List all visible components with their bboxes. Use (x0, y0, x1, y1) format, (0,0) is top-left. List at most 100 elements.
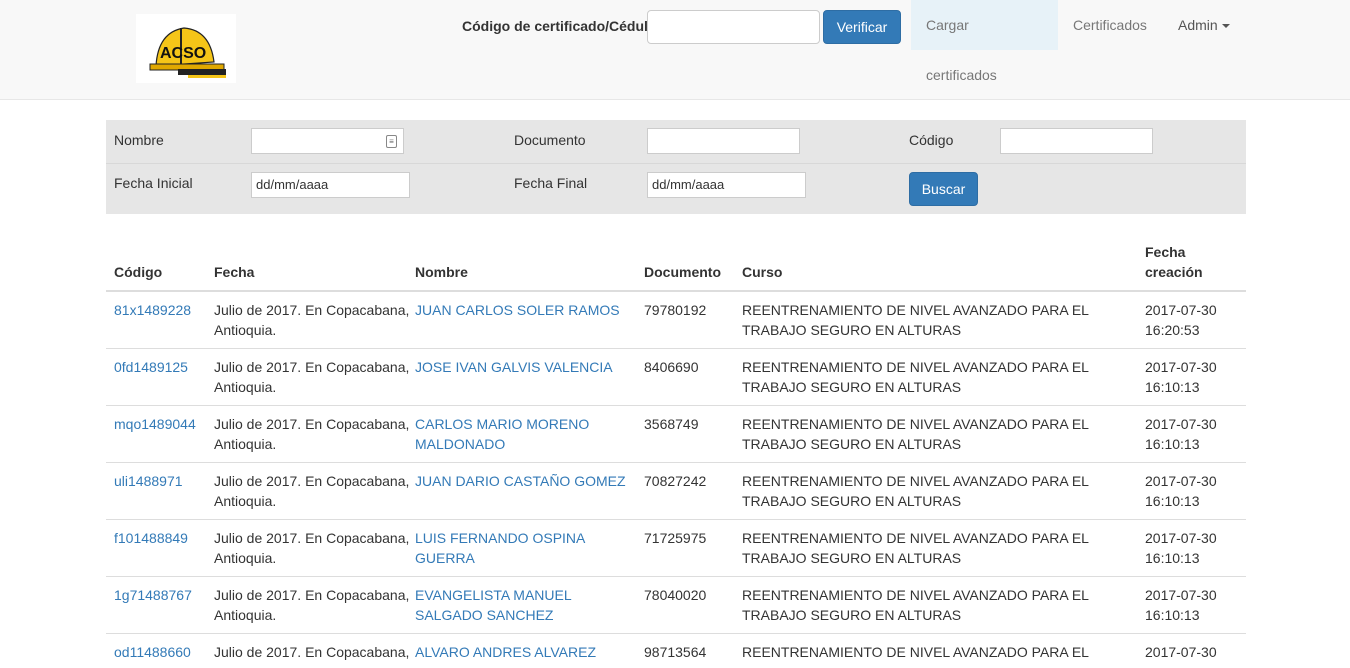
cell-date-line1: Julio de 2017. En Copacabana, (214, 359, 410, 375)
cell-name[interactable]: JUAN CARLOS SOLER RAMOS (415, 300, 620, 320)
verify-label: Código de certificado/Cédula (462, 18, 656, 34)
cell-document: 98713564 (644, 642, 706, 662)
cell-date-line2: Antioquia. (214, 550, 277, 566)
cell-code[interactable]: od11488660 (114, 642, 191, 662)
cell-name[interactable]: JUAN DARIO CASTAÑO GOMEZ (415, 471, 626, 491)
table-row: od11488660 Julio de 2017. En Copacabana, A… (106, 634, 1246, 668)
cell-date-line2: Antioquia. (214, 379, 277, 395)
code-filter-input[interactable] (1000, 128, 1153, 154)
cell-created: 2017-07-30 16:10:13 (1145, 585, 1217, 625)
cell-code-line1: 81x1489228 (114, 302, 192, 318)
search-button[interactable]: Buscar (909, 172, 978, 206)
col-header-code[interactable]: Código (114, 262, 162, 282)
cell-code-line1: od11488660 (114, 644, 191, 660)
cell-document: 3568749 (644, 414, 699, 434)
company-logo[interactable]: ACSO (136, 14, 236, 83)
cell-name[interactable]: JOSE IVAN GALVIS VALENCIA (415, 357, 613, 377)
cell-document-line1: 79780192 (644, 302, 707, 318)
cell-course-line2: TRABAJO SEGURO EN ALTURAS (742, 607, 962, 623)
document-filter-label: Documento (514, 132, 586, 148)
cell-document: 78040020 (644, 585, 706, 605)
cell-course-line1: REENTRENAMIENTO DE NIVEL AVANZADO PARA E… (742, 587, 1089, 603)
start-date-input[interactable]: dd/mm/aaaa (251, 172, 410, 198)
cell-created-line1: 2017-07-30 (1145, 587, 1217, 603)
cell-created-line1: 2017-07-30 (1145, 416, 1217, 432)
cell-created: 2017-07-30 16:10:13 (1145, 357, 1217, 397)
cell-code-line1: mqo1489044 (114, 416, 196, 432)
cell-created-line2: 16:10:13 (1145, 607, 1200, 623)
cell-course-line1: REENTRENAMIENTO DE NIVEL AVANZADO PARA E… (742, 530, 1089, 546)
cell-name-line1: JUAN DARIO CASTAÑO GOMEZ (415, 473, 626, 489)
table-row: 81x1489228 Julio de 2017. En Copacabana, A… (106, 292, 1246, 349)
cell-date-line1: Julio de 2017. En Copacabana, (214, 473, 410, 489)
cell-course: REENTRENAMIENTO DE NIVEL AVANZADO PARA E… (742, 528, 1089, 568)
cell-document-line1: 70827242 (644, 473, 707, 489)
cell-created: 2017-07-30 16:10:13 (1145, 471, 1217, 511)
document-filter-input[interactable] (647, 128, 800, 154)
col-header-course[interactable]: Curso (742, 262, 782, 282)
admin-label: Admin (1178, 17, 1218, 33)
table-row: 1g71488767 Julio de 2017. En Copacabana, A… (106, 577, 1246, 634)
cell-name-line1: EVANGELISTA MANUEL (415, 587, 572, 603)
cell-code-line1: uli1488971 (114, 473, 183, 489)
cell-course-line1: REENTRENAMIENTO DE NIVEL AVANZADO PARA E… (742, 644, 1089, 660)
cell-course-line2: TRABAJO SEGURO EN ALTURAS (742, 379, 962, 395)
cell-code[interactable]: mqo1489044 (114, 414, 196, 434)
cell-code[interactable]: uli1488971 (114, 471, 183, 491)
cell-name-line1: JOSE IVAN GALVIS VALENCIA (415, 359, 613, 375)
col-header-created-line1: Fecha (1145, 244, 1186, 260)
cell-course: REENTRENAMIENTO DE NIVEL AVANZADO PARA E… (742, 357, 1089, 397)
certificate-code-input[interactable] (647, 10, 820, 44)
cell-document-line1: 8406690 (644, 359, 699, 375)
nav-certificates[interactable]: Certificados (1058, 0, 1162, 50)
cell-code[interactable]: 1g71488767 (114, 585, 192, 605)
cell-date: Julio de 2017. En Copacabana, Antioquia. (214, 300, 409, 340)
cell-name[interactable]: LUIS FERNANDO OSPINA GUERRA (415, 528, 585, 568)
end-date-label: Fecha Final (514, 175, 588, 191)
cell-created: 2017-07-30 (1145, 642, 1217, 662)
cell-code-line1: 0fd1489125 (114, 359, 188, 375)
cell-date: Julio de 2017. En Copacabana, Antioquia. (214, 585, 409, 625)
name-filter-label: Nombre (114, 132, 164, 148)
cell-code[interactable]: 81x1489228 (114, 300, 191, 320)
filter-panel: Nombre ≡ Documento Código Fecha Inicial … (106, 120, 1246, 214)
cell-course: REENTRENAMIENTO DE NIVEL AVANZADO PARA E… (742, 300, 1089, 340)
cell-document: 71725975 (644, 528, 706, 548)
cell-document-line1: 98713564 (644, 644, 707, 660)
cell-course: REENTRENAMIENTO DE NIVEL AVANZADO PARA E… (742, 585, 1089, 625)
cell-name[interactable]: ALVARO ANDRES ALVAREZ (415, 642, 596, 662)
col-header-created[interactable]: Fecha creación (1145, 242, 1203, 282)
verify-button[interactable]: Verificar (823, 10, 901, 44)
cell-course-line2: TRABAJO SEGURO EN ALTURAS (742, 322, 962, 338)
col-header-name[interactable]: Nombre (415, 262, 468, 282)
cell-code[interactable]: 0fd1489125 (114, 357, 188, 377)
cell-created-line1: 2017-07-30 (1145, 473, 1217, 489)
end-date-input[interactable]: dd/mm/aaaa (647, 172, 806, 198)
cell-document-line1: 71725975 (644, 530, 707, 546)
cell-date: Julio de 2017. En Copacabana, (214, 642, 409, 662)
cell-created-line2: 16:10:13 (1145, 436, 1200, 452)
nav-admin-dropdown[interactable]: Admin (1163, 0, 1245, 50)
cell-document: 70827242 (644, 471, 706, 491)
cell-document-line1: 78040020 (644, 587, 707, 603)
cell-name-line2: GUERRA (415, 550, 475, 566)
cell-date-line2: Antioquia. (214, 607, 277, 623)
filter-divider (106, 163, 1246, 164)
navbar: ACSO Código de certificado/Cédula Verifi… (0, 0, 1350, 100)
start-date-label: Fecha Inicial (114, 175, 193, 191)
cell-code[interactable]: f101488849 (114, 528, 188, 548)
cell-name[interactable]: CARLOS MARIO MORENO MALDONADO (415, 414, 589, 454)
table-row: f101488849 Julio de 2017. En Copacabana, A… (106, 520, 1246, 577)
cell-code-line1: f101488849 (114, 530, 188, 546)
cell-name-line2: MALDONADO (415, 436, 506, 452)
cell-document: 79780192 (644, 300, 706, 320)
cell-name[interactable]: EVANGELISTA MANUEL SALGADO SANCHEZ (415, 585, 572, 625)
cell-created-line2: 16:10:13 (1145, 493, 1200, 509)
name-filter-input[interactable]: ≡ (251, 128, 404, 154)
nav-upload-certificates[interactable]: Cargar certificados (911, 0, 1058, 83)
col-header-document[interactable]: Documento (644, 262, 721, 282)
col-header-created-line2: creación (1145, 264, 1203, 280)
col-header-date[interactable]: Fecha (214, 262, 254, 282)
table-row: 0fd1489125 Julio de 2017. En Copacabana, A… (106, 349, 1246, 406)
code-filter-label: Código (909, 132, 954, 148)
